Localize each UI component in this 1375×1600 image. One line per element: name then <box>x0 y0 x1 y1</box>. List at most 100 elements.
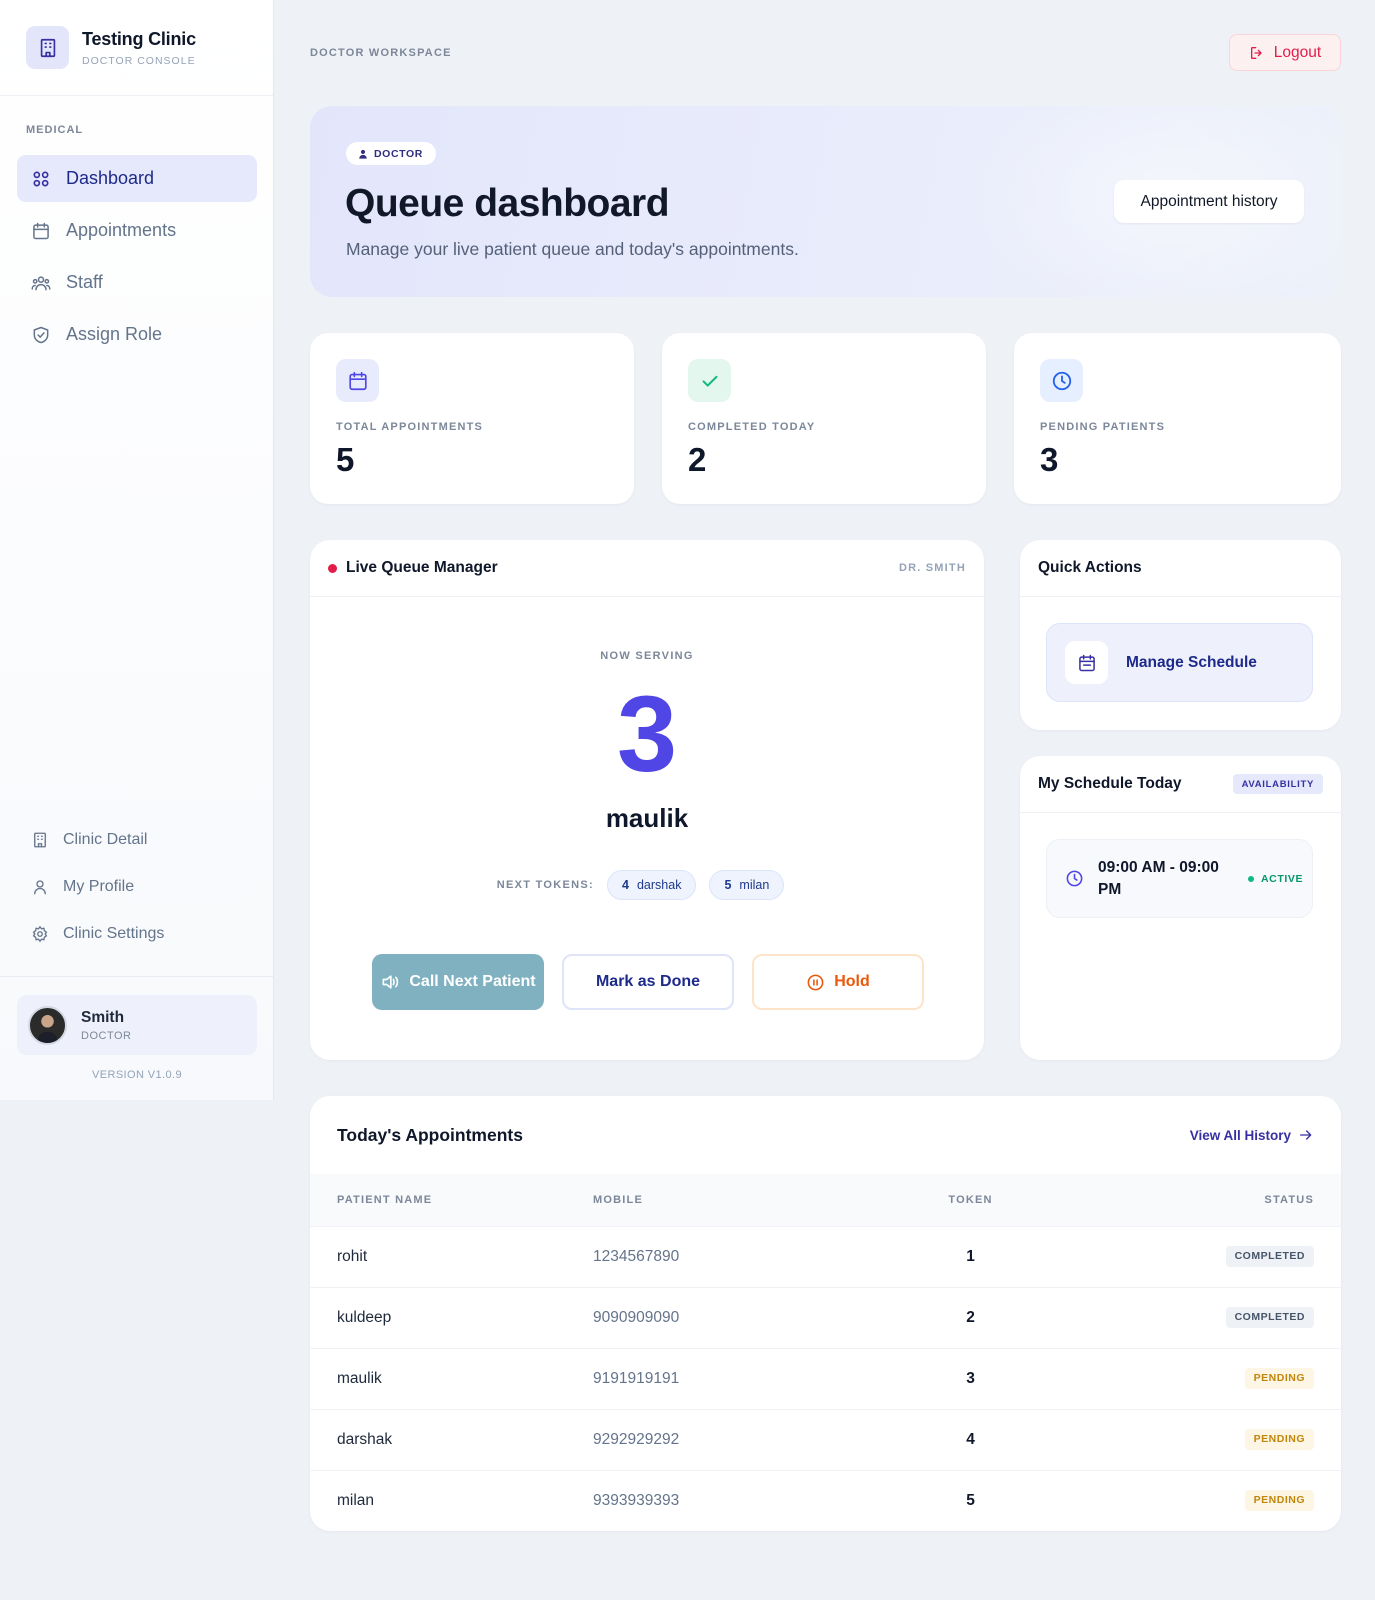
next-token-chip: 4 darshak <box>607 870 697 900</box>
next-tokens: NEXT TOKENS: 4 darshak 5 milan <box>310 870 984 900</box>
page-subtitle: Manage your live patient queue and today… <box>346 239 799 259</box>
sidebar-divider <box>0 976 274 977</box>
table-header-row: PATIENT NAME MOBILE TOKEN STATUS <box>310 1174 1341 1226</box>
doctor-label: DR. SMITH <box>898 562 966 574</box>
schedule-card: My Schedule Today AVAILABILITY 09:00 AM … <box>1020 756 1341 1060</box>
calendar-icon <box>1065 641 1108 684</box>
user-card[interactable]: Smith DOCTOR <box>17 995 257 1055</box>
table-row[interactable]: kuldeep 9090909090 2 COMPLETED <box>310 1286 1341 1348</box>
availability-badge[interactable]: AVAILABILITY <box>1232 774 1323 794</box>
sidebar-item-appointments[interactable]: Appointments <box>17 207 257 254</box>
table-row[interactable]: maulik 9191919191 3 PENDING <box>310 1347 1341 1409</box>
users-icon <box>31 273 51 293</box>
view-all-history-link[interactable]: View All History <box>1190 1127 1314 1143</box>
logout-label: Logout <box>1273 43 1322 61</box>
patient-token: 5 <box>893 1469 1048 1531</box>
next-tokens-label: NEXT TOKENS: <box>496 879 595 891</box>
speaker-icon <box>382 975 399 989</box>
check-icon <box>688 359 731 402</box>
table-row[interactable]: rohit 1234567890 1 COMPLETED <box>310 1225 1341 1287</box>
column-header: PATIENT NAME <box>337 1193 433 1206</box>
brand[interactable]: Testing Clinic DOCTOR CONSOLE <box>0 0 273 96</box>
user-icon <box>359 149 367 159</box>
main-nav: Dashboard Appointments Staff Assign Role <box>17 155 257 363</box>
column-header: TOKEN <box>948 1193 993 1206</box>
sidebar-item-clinic-detail[interactable]: Clinic Detail <box>17 819 257 861</box>
sidebar-item-label: Staff <box>66 272 103 292</box>
appointments-table: PATIENT NAME MOBILE TOKEN STATUS rohit 1… <box>310 1174 1341 1531</box>
status-badge: ACTIVE <box>1248 873 1303 885</box>
console-label: DOCTOR CONSOLE <box>82 54 196 67</box>
token-number: 5 <box>724 878 732 892</box>
arrow-right-icon <box>1300 1130 1312 1140</box>
user-name: Smith <box>81 1008 125 1026</box>
token-name: darshak <box>636 878 682 892</box>
stat-label: PENDING PATIENTS <box>1040 421 1166 433</box>
appointments-title: Today's Appointments <box>337 1124 523 1145</box>
patient-name: kuldeep <box>310 1286 593 1348</box>
calendar-icon <box>31 221 51 241</box>
version-label: VERSION V1.0.9 <box>92 1069 182 1081</box>
live-indicator-icon <box>328 563 337 573</box>
patient-token: 4 <box>893 1408 1048 1470</box>
call-next-patient-button[interactable]: Call Next Patient <box>372 954 544 1010</box>
queue-actions: Call Next Patient Mark as Done Hold <box>372 954 942 1010</box>
current-token: 3 <box>616 673 678 794</box>
manage-schedule-button[interactable]: Manage Schedule <box>1046 623 1313 702</box>
appointments-card: Today's Appointments View All History PA… <box>310 1096 1341 1531</box>
status-badge: COMPLETED <box>1225 1307 1314 1328</box>
column-header: STATUS <box>1264 1193 1314 1206</box>
grid-icon <box>31 169 51 189</box>
page-title: Queue dashboard <box>345 182 670 225</box>
clock-icon <box>1066 870 1083 887</box>
status-badge: PENDING <box>1244 1490 1314 1512</box>
patient-name: milan <box>310 1469 593 1531</box>
logout-button[interactable]: Logout <box>1229 34 1341 71</box>
sidebar-item-label: Appointments <box>66 220 177 240</box>
sidebar-item-dashboard[interactable]: Dashboard <box>17 155 257 202</box>
button-label: Hold <box>834 973 870 990</box>
hold-button[interactable]: Hold <box>752 954 924 1010</box>
sidebar-item-clinic-settings[interactable]: Clinic Settings <box>17 913 257 955</box>
sidebar-item-staff[interactable]: Staff <box>17 259 257 306</box>
token-name: milan <box>739 878 770 892</box>
status-badge: COMPLETED <box>1225 1246 1314 1267</box>
appointment-history-button[interactable]: Appointment history <box>1114 180 1304 223</box>
button-label: Call Next Patient <box>409 973 536 990</box>
stat-label: COMPLETED TODAY <box>688 421 816 433</box>
live-queue-title: Live Queue Manager <box>328 559 498 577</box>
schedule-time: 09:00 AM - 09:00 PM <box>1098 858 1219 898</box>
sidebar-item-my-profile[interactable]: My Profile <box>17 866 257 908</box>
patient-name: maulik <box>310 1347 593 1409</box>
workspace-label: DOCTOR WORKSPACE <box>310 47 452 59</box>
gear-icon <box>31 925 49 943</box>
sidebar-item-label: My Profile <box>63 878 135 895</box>
nav-section-label: MEDICAL <box>26 124 84 136</box>
patient-mobile: 9292929292 <box>593 1408 893 1470</box>
status-dot-icon <box>1248 875 1254 882</box>
patient-mobile: 9191919191 <box>593 1347 893 1409</box>
current-patient-name: maulik <box>605 803 689 833</box>
schedule-slot: 09:00 AM - 09:00 PM ACTIVE <box>1046 839 1313 918</box>
patient-mobile: 9090909090 <box>593 1286 893 1348</box>
table-row[interactable]: darshak 9292929292 4 PENDING <box>310 1408 1341 1470</box>
stat-label: TOTAL APPOINTMENTS <box>336 421 484 433</box>
sidebar-item-assign-role[interactable]: Assign Role <box>17 311 257 358</box>
patient-name: darshak <box>310 1408 593 1470</box>
shield-check-icon <box>31 325 51 345</box>
secondary-nav: Clinic Detail My Profile Clinic Settings <box>17 819 257 960</box>
building-icon <box>31 831 49 849</box>
sidebar-item-label: Clinic Settings <box>63 925 165 942</box>
patient-mobile: 1234567890 <box>593 1225 893 1287</box>
patient-mobile: 9393939393 <box>593 1469 893 1531</box>
token-number: 4 <box>622 878 629 892</box>
stat-value: 5 <box>336 441 355 478</box>
live-queue-card: Live Queue Manager DR. SMITH NOW SERVING… <box>310 540 984 1060</box>
status-label: ACTIVE <box>1261 872 1304 885</box>
patient-name: rohit <box>310 1225 593 1287</box>
sidebar-item-label: Dashboard <box>66 168 155 188</box>
mark-as-done-button[interactable]: Mark as Done <box>562 954 734 1010</box>
column-header: MOBILE <box>593 1193 643 1206</box>
role-chip-label: DOCTOR <box>374 147 423 160</box>
table-row[interactable]: milan 9393939393 5 PENDING <box>310 1469 1341 1531</box>
